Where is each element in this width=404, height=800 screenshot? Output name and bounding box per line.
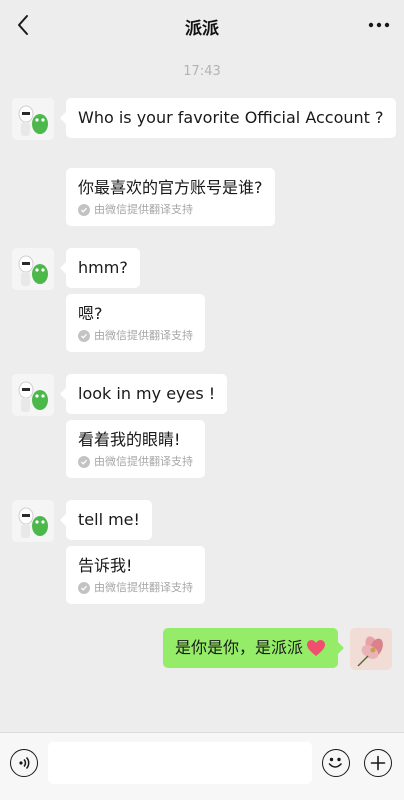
- translation-text: 告诉我!: [78, 556, 133, 575]
- message-bubble[interactable]: tell me!: [60, 500, 152, 540]
- input-bar: [0, 732, 404, 800]
- plus-icon: [370, 755, 386, 771]
- voice-icon: [19, 756, 30, 770]
- contact-avatar[interactable]: [12, 500, 54, 542]
- voice-button[interactable]: [10, 749, 38, 777]
- back-button[interactable]: [10, 12, 36, 38]
- plus-button[interactable]: [364, 749, 392, 777]
- message-bubble[interactable]: look in my eyes !: [59, 374, 228, 414]
- chat-area[interactable]: 17:43 Who is your favorite Official Acco…: [0, 52, 404, 732]
- emoji-icon: [328, 757, 342, 768]
- translation-text: 嗯?: [78, 304, 103, 323]
- check-icon: [78, 456, 90, 468]
- my-message-bubble[interactable]: 是你是你，是派派: [162, 628, 345, 668]
- translation-note-text: 由微信提供翻译支持: [94, 455, 193, 468]
- chat-title: 派派: [185, 18, 219, 39]
- my-message-text: 是你是你，是派派: [174, 638, 303, 657]
- translation-text: 你最喜欢的官方账号是谁?: [78, 178, 263, 197]
- message-bubble[interactable]: hmm?: [60, 248, 140, 288]
- contact-avatar[interactable]: [12, 98, 54, 140]
- heart-icon: [307, 640, 325, 656]
- chevron-left-icon: [18, 15, 28, 35]
- translation-bubble[interactable]: 你最喜欢的官方账号是谁? 由微信提供翻译支持: [66, 168, 275, 226]
- contact-avatar[interactable]: [12, 248, 54, 290]
- translation-note: 由微信提供翻译支持: [78, 329, 193, 343]
- check-icon: [78, 582, 90, 594]
- message-timestamp: 17:43: [183, 64, 221, 79]
- emoji-button[interactable]: [322, 749, 350, 777]
- check-icon: [78, 330, 90, 342]
- translation-note-text: 由微信提供翻译支持: [94, 329, 193, 342]
- translation-bubble[interactable]: 嗯? 由微信提供翻译支持: [66, 294, 205, 352]
- translation-note-text: 由微信提供翻译支持: [94, 581, 193, 594]
- contact-avatar[interactable]: [12, 374, 54, 416]
- translation-text: 看着我的眼睛!: [78, 430, 181, 449]
- translation-note-text: 由微信提供翻译支持: [94, 203, 193, 216]
- more-button[interactable]: [364, 12, 394, 38]
- translation-note: 由微信提供翻译支持: [78, 581, 193, 595]
- message-bubble[interactable]: Who is your favorite Official Account ?: [60, 98, 396, 138]
- translation-note: 由微信提供翻译支持: [78, 203, 263, 217]
- chat-header: 派派: [0, 0, 404, 52]
- check-icon: [78, 204, 90, 216]
- translation-note: 由微信提供翻译支持: [78, 455, 193, 469]
- translation-bubble[interactable]: 告诉我! 由微信提供翻译支持: [66, 546, 205, 604]
- message-input[interactable]: [48, 742, 312, 784]
- my-avatar[interactable]: [350, 628, 392, 670]
- more-dots-icon: [368, 22, 390, 28]
- translation-bubble[interactable]: 看着我的眼睛! 由微信提供翻译支持: [66, 420, 205, 478]
